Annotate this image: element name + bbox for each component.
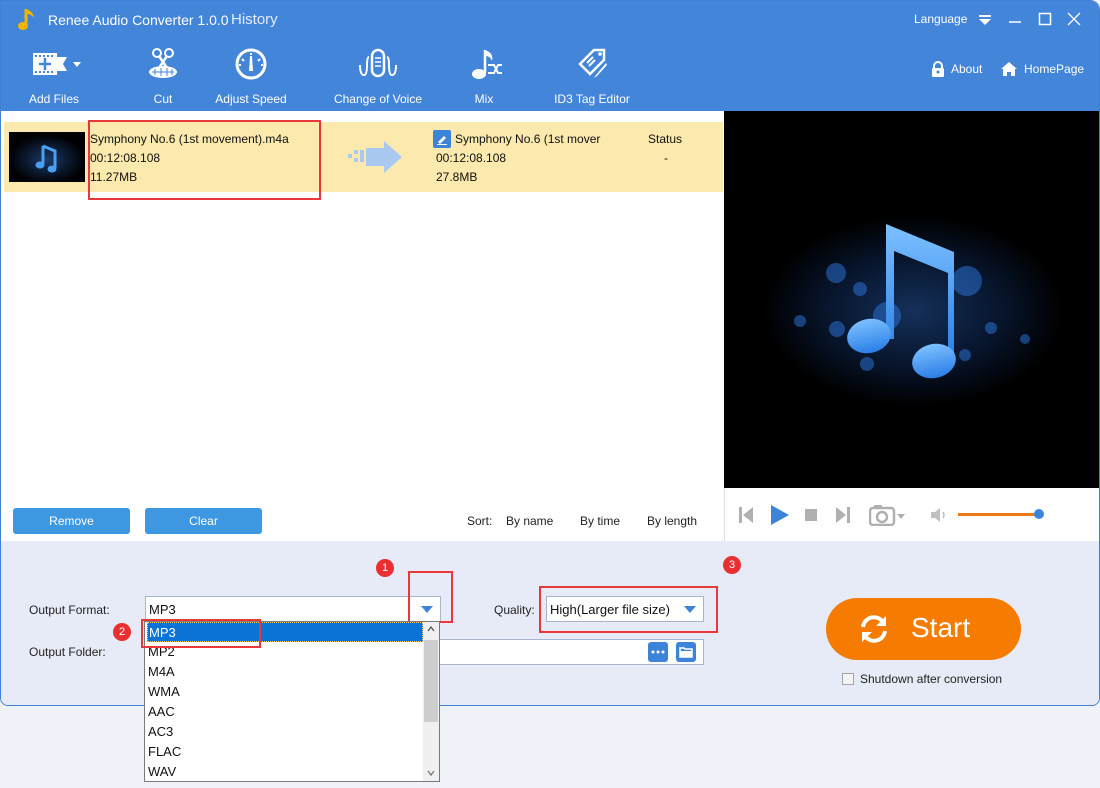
app-title: Renee Audio Converter 1.0.0 bbox=[48, 12, 229, 28]
add-files-icon bbox=[33, 53, 81, 75]
add-files-button[interactable]: Add Files bbox=[21, 47, 87, 109]
clear-button[interactable]: Clear bbox=[145, 508, 262, 534]
status-header: Status bbox=[648, 132, 683, 146]
minimize-button[interactable] bbox=[1007, 11, 1023, 27]
shutdown-checkbox[interactable] bbox=[842, 673, 854, 685]
title-bar: Renee Audio Converter 1.0.0 History Lang… bbox=[1, 1, 1099, 111]
app-logo-icon bbox=[18, 9, 34, 30]
output-format-value: MP3 bbox=[149, 602, 176, 617]
format-option-flac[interactable]: FLAC bbox=[147, 742, 423, 762]
format-option-aac[interactable]: AAC bbox=[147, 702, 423, 722]
id3-tag-editor-button[interactable]: ID3 Tag Editor bbox=[547, 47, 637, 109]
annotation-badge-1: 1 bbox=[376, 559, 394, 577]
language-menu[interactable]: Language bbox=[914, 12, 967, 26]
mix-button[interactable]: Mix bbox=[461, 47, 507, 109]
cut-button[interactable]: Cut bbox=[133, 47, 193, 109]
mix-label: Mix bbox=[474, 92, 494, 106]
annotation-source-highlight bbox=[88, 120, 321, 200]
output-file-name: Symphony No.6 (1st mover bbox=[455, 132, 601, 146]
change-of-voice-label: Change of Voice bbox=[333, 92, 423, 106]
output-folder-label: Output Folder: bbox=[29, 645, 106, 659]
sort-by-time[interactable]: By time bbox=[580, 514, 620, 528]
lock-icon bbox=[932, 61, 944, 77]
open-folder-button[interactable] bbox=[676, 642, 696, 662]
format-option-m4a[interactable]: M4A bbox=[147, 662, 423, 682]
volume-slider-handle[interactable] bbox=[1034, 509, 1044, 519]
previous-icon[interactable] bbox=[738, 506, 754, 524]
adjust-speed-button[interactable]: Adjust Speed bbox=[209, 47, 293, 109]
annotation-badge-3: 3 bbox=[723, 556, 741, 574]
file-thumbnail bbox=[9, 132, 85, 182]
music-shuffle-icon bbox=[472, 50, 502, 79]
convert-arrow-icon bbox=[348, 141, 402, 173]
status-value: - bbox=[664, 151, 668, 165]
speedometer-icon bbox=[235, 48, 267, 80]
dropdown-scrollbar[interactable] bbox=[423, 622, 439, 781]
annotation-mp3-highlight bbox=[141, 619, 261, 648]
more-icon bbox=[651, 650, 665, 654]
music-preview-image bbox=[724, 111, 1099, 488]
preview-player bbox=[724, 111, 1099, 488]
adjust-speed-label: Adjust Speed bbox=[215, 92, 287, 106]
output-file-size: 27.8MB bbox=[436, 170, 478, 184]
folder-icon bbox=[679, 647, 693, 658]
sort-by-name[interactable]: By name bbox=[506, 514, 553, 528]
edit-output-name-icon[interactable] bbox=[433, 130, 451, 148]
annotation-badge-2: 2 bbox=[113, 623, 131, 641]
history-link[interactable]: History bbox=[231, 11, 278, 28]
language-dropdown-icon[interactable] bbox=[978, 14, 992, 26]
homepage-label: HomePage bbox=[1024, 62, 1085, 76]
tag-edit-icon bbox=[578, 48, 607, 78]
file-list: Symphony No.6 (1st movement).m4a 00:12:0… bbox=[1, 111, 723, 541]
shutdown-label: Shutdown after conversion bbox=[860, 672, 1003, 686]
refresh-icon bbox=[861, 615, 887, 643]
annotation-dropdown-arrow-highlight bbox=[408, 571, 453, 623]
app-window: Renee Audio Converter 1.0.0 History Lang… bbox=[0, 0, 1100, 706]
home-icon bbox=[1001, 62, 1017, 76]
quality-label: Quality: bbox=[494, 603, 535, 617]
player-controls bbox=[724, 488, 1099, 541]
annotation-quality-highlight bbox=[539, 586, 718, 633]
remove-button[interactable]: Remove bbox=[13, 508, 130, 534]
id3-tag-editor-label: ID3 Tag Editor bbox=[554, 92, 630, 106]
output-format-label: Output Format: bbox=[29, 603, 110, 617]
scrollbar-thumb[interactable] bbox=[424, 640, 438, 722]
start-button[interactable]: Start bbox=[826, 598, 1021, 660]
scissors-icon bbox=[149, 48, 177, 78]
format-option-wav[interactable]: WAV bbox=[147, 762, 423, 782]
add-files-label: Add Files bbox=[28, 92, 80, 106]
next-icon[interactable] bbox=[835, 506, 851, 524]
format-option-ac3[interactable]: AC3 bbox=[147, 722, 423, 742]
maximize-button[interactable] bbox=[1037, 11, 1053, 27]
browse-button[interactable] bbox=[648, 642, 668, 662]
close-button[interactable] bbox=[1066, 11, 1082, 27]
sort-label: Sort: bbox=[467, 514, 493, 528]
volume-icon[interactable] bbox=[930, 507, 948, 523]
music-note-icon bbox=[9, 132, 85, 182]
play-icon[interactable] bbox=[769, 504, 791, 526]
format-option-wma[interactable]: WMA bbox=[147, 682, 423, 702]
start-label: Start bbox=[911, 612, 971, 643]
scroll-down-icon[interactable] bbox=[427, 770, 435, 776]
output-file-duration: 00:12:08.108 bbox=[436, 151, 507, 165]
stop-icon[interactable] bbox=[804, 508, 818, 522]
volume-slider-track[interactable] bbox=[958, 513, 1038, 516]
scroll-up-icon[interactable] bbox=[427, 626, 435, 632]
about-link[interactable]: About bbox=[931, 61, 982, 77]
snapshot-icon[interactable] bbox=[869, 504, 907, 526]
homepage-link[interactable]: HomePage bbox=[1000, 61, 1084, 77]
about-label: About bbox=[951, 62, 983, 76]
cut-label: Cut bbox=[153, 92, 173, 106]
microphone-icon bbox=[359, 48, 397, 78]
change-of-voice-button[interactable]: Change of Voice bbox=[327, 47, 429, 109]
sort-by-length[interactable]: By length bbox=[647, 514, 697, 528]
